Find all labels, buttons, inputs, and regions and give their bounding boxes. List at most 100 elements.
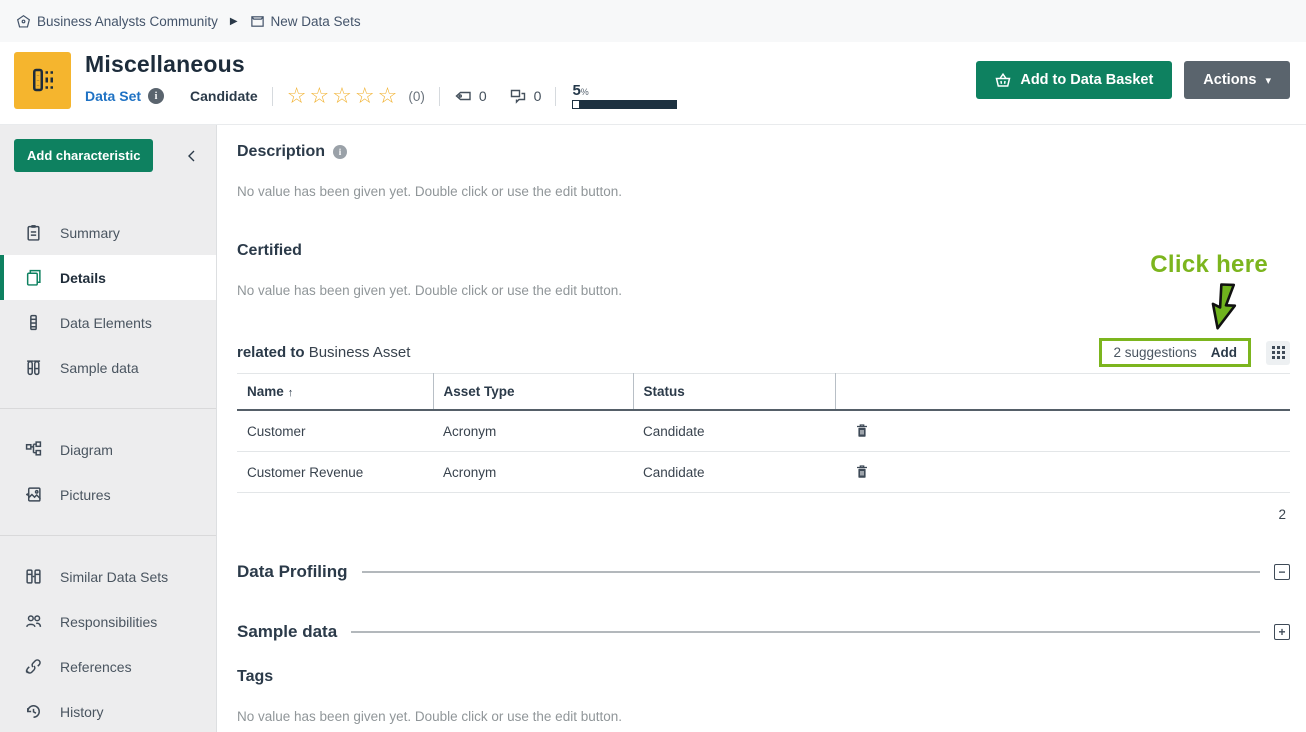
sidebar-item-history[interactable]: History xyxy=(0,689,216,732)
table-row[interactable]: Customer Revenue Acronym Candidate xyxy=(237,452,1290,493)
title-block: Miscellaneous Data Set i Candidate ☆☆☆☆☆… xyxy=(85,51,677,109)
community-icon xyxy=(16,14,31,29)
sidebar-item-details[interactable]: Details xyxy=(0,255,216,300)
people-icon xyxy=(25,613,42,630)
asset-type-link[interactable]: Data Set xyxy=(85,88,141,104)
section-rule xyxy=(351,631,1260,633)
comments-counter[interactable]: 0 xyxy=(509,88,542,104)
data-profiling-title: Data Profiling xyxy=(237,562,348,582)
description-title-row: Description i xyxy=(237,143,1290,161)
section-rule xyxy=(362,571,1260,573)
breadcrumb-separator: ▶ xyxy=(230,16,238,27)
rating-stars[interactable]: ☆☆☆☆☆ xyxy=(287,85,401,107)
sidebar-item-label: Details xyxy=(60,270,106,286)
history-icon xyxy=(25,703,42,720)
certified-title: Certified xyxy=(237,242,1290,260)
collapse-section-button[interactable]: − xyxy=(1274,564,1290,580)
actions-label: Actions xyxy=(1203,72,1256,88)
cell-name[interactable]: Customer Revenue xyxy=(237,452,433,493)
tag-icon xyxy=(454,88,472,104)
tags-section[interactable]: Tags No value has been given yet. Double… xyxy=(237,668,1290,724)
breadcrumb-domain[interactable]: New Data Sets xyxy=(250,14,361,29)
sidebar-collapse-button[interactable] xyxy=(182,145,202,167)
column-header-asset-type[interactable]: Asset Type xyxy=(433,374,633,411)
picture-icon xyxy=(25,486,42,503)
certified-empty-value[interactable]: No value has been given yet. Double clic… xyxy=(237,283,1290,298)
divider xyxy=(555,87,556,106)
column-icon xyxy=(25,314,42,331)
sidebar-item-summary[interactable]: Summary xyxy=(0,210,216,255)
sidebar-item-label: Similar Data Sets xyxy=(60,569,168,585)
data-set-asset-icon xyxy=(14,52,71,109)
rating-count: (0) xyxy=(408,89,425,104)
cell-asset-type: Acronym xyxy=(433,410,633,452)
completeness-fill xyxy=(573,101,578,108)
breadcrumb-community[interactable]: Business Analysts Community xyxy=(16,14,218,29)
column-header-name[interactable]: Name↑ xyxy=(237,374,433,411)
tags-empty-value[interactable]: No value has been given yet. Double clic… xyxy=(237,709,1290,724)
sidebar-divider xyxy=(0,408,216,409)
sidebar-item-label: History xyxy=(60,704,104,720)
sidebar-item-label: Sample data xyxy=(60,360,139,376)
breadcrumb-domain-label: New Data Sets xyxy=(271,14,361,29)
sidebar-item-label: Data Elements xyxy=(60,315,152,331)
cell-status: Candidate xyxy=(633,452,835,493)
breadcrumb-community-label: Business Analysts Community xyxy=(37,14,218,29)
sidebar-item-label: Responsibilities xyxy=(60,614,157,630)
add-suggestions-button[interactable]: Add xyxy=(1211,345,1237,360)
sample-data-section: Sample data + xyxy=(237,622,1290,642)
suggestions-box: 2 suggestions Add xyxy=(1099,338,1251,367)
comments-icon xyxy=(509,88,527,104)
diagram-icon xyxy=(25,441,42,458)
basket-icon xyxy=(995,73,1011,88)
sidebar: Add characteristic Summary Details xyxy=(0,125,217,732)
domain-icon xyxy=(250,14,265,29)
samples-icon xyxy=(25,359,42,376)
actions-button[interactable]: Actions ▾ xyxy=(1184,61,1290,99)
sidebar-item-label: Pictures xyxy=(60,487,111,503)
cell-status: Candidate xyxy=(633,410,835,452)
sidebar-item-pictures[interactable]: Pictures xyxy=(0,472,216,517)
trash-icon xyxy=(855,423,869,438)
document-icon xyxy=(25,269,42,286)
add-to-data-basket-button[interactable]: Add to Data Basket xyxy=(976,61,1172,99)
description-info-icon[interactable]: i xyxy=(333,145,347,159)
delete-relation-button[interactable] xyxy=(853,462,871,481)
sidebar-item-responsibilities[interactable]: Responsibilities xyxy=(0,599,216,644)
trash-icon xyxy=(855,464,869,479)
certified-section[interactable]: Certified No value has been given yet. D… xyxy=(237,242,1290,298)
tags-title: Tags xyxy=(237,668,1290,686)
divider xyxy=(439,87,440,106)
column-header-status[interactable]: Status xyxy=(633,374,835,411)
page-title: Miscellaneous xyxy=(85,51,677,78)
relation-title: related to Business Asset xyxy=(237,344,410,367)
comment-count: 0 xyxy=(534,88,542,104)
grid-icon xyxy=(1272,346,1285,359)
description-empty-value[interactable]: No value has been given yet. Double clic… xyxy=(237,184,1290,199)
header-buttons: Add to Data Basket Actions ▾ xyxy=(976,61,1290,99)
asset-meta-row: Data Set i Candidate ☆☆☆☆☆ (0) 0 xyxy=(85,83,677,109)
asset-type-info-icon[interactable]: i xyxy=(148,88,164,104)
table-row[interactable]: Customer Acronym Candidate xyxy=(237,410,1290,452)
expand-section-button[interactable]: + xyxy=(1274,624,1290,640)
tags-counter[interactable]: 0 xyxy=(454,88,487,104)
completeness-label: 5% xyxy=(572,83,677,98)
sidebar-item-similar-data-sets[interactable]: Similar Data Sets xyxy=(0,554,216,599)
clipboard-icon xyxy=(25,224,42,241)
description-title: Description xyxy=(237,143,325,161)
add-characteristic-button[interactable]: Add characteristic xyxy=(14,139,153,172)
table-settings-button[interactable] xyxy=(1266,341,1290,365)
description-section[interactable]: Description i No value has been given ye… xyxy=(237,143,1290,199)
sidebar-item-sample-data[interactable]: Sample data xyxy=(0,345,216,390)
related-assets-table: Name↑ Asset Type Status Customer Acronym… xyxy=(237,373,1290,493)
tag-count: 0 xyxy=(479,88,487,104)
suggestions-count-label[interactable]: 2 suggestions xyxy=(1113,345,1196,360)
sidebar-item-label: Diagram xyxy=(60,442,113,458)
sidebar-item-data-elements[interactable]: Data Elements xyxy=(0,300,216,345)
sidebar-item-diagram[interactable]: Diagram xyxy=(0,427,216,472)
add-to-data-basket-label: Add to Data Basket xyxy=(1020,72,1153,88)
cell-name[interactable]: Customer xyxy=(237,410,433,452)
column-header-actions xyxy=(835,374,1290,411)
sidebar-item-references[interactable]: References xyxy=(0,644,216,689)
delete-relation-button[interactable] xyxy=(853,421,871,440)
